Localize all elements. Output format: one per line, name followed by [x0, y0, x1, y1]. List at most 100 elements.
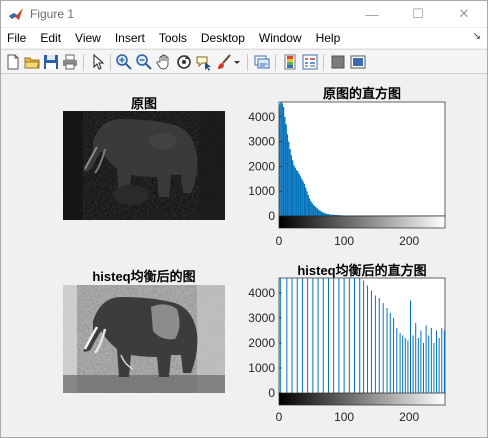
histogram-bar: [279, 104, 281, 216]
y-tick-label: 1000: [248, 361, 275, 375]
pan-hand-icon[interactable]: [155, 53, 173, 71]
histogram-bar: [312, 204, 315, 216]
y-tick-label: 0: [268, 209, 275, 223]
close-button[interactable]: ✕: [441, 1, 487, 27]
toolbar-separator: [247, 54, 248, 71]
equalized-image: [63, 285, 225, 393]
data-cursor-icon[interactable]: [195, 53, 213, 71]
print-icon[interactable]: [61, 53, 79, 71]
x-tick-label: 100: [334, 234, 354, 248]
window-title: Figure 1: [30, 7, 75, 21]
menu-help[interactable]: Help: [309, 28, 348, 48]
histogram-bar: [295, 170, 298, 216]
equalized-histogram-x-ticks: 0 100 200: [276, 410, 420, 424]
histogram-bar: [302, 181, 304, 216]
y-tick-label: 0: [268, 386, 275, 400]
menu-window[interactable]: Window: [252, 28, 309, 48]
histogram-bar: [293, 165, 295, 216]
hide-plot-tools-icon[interactable]: [329, 53, 347, 71]
dropdown-arrow-icon[interactable]: [232, 53, 242, 71]
y-tick-label: 1000: [248, 184, 275, 198]
y-tick-label: 2000: [248, 336, 275, 350]
menu-bar: File Edit View Insert Tools Desktop Wind…: [1, 28, 487, 48]
show-plot-tools-icon[interactable]: [349, 53, 367, 71]
histogram-bar: [280, 102, 282, 216]
toolbar-separator: [110, 54, 111, 71]
histogram-bar: [316, 208, 319, 216]
brush-icon[interactable]: [215, 53, 233, 71]
equalized-histogram-y-ticks: 0 1000 2000 3000 4000: [248, 286, 282, 400]
x-tick-label: 0: [276, 234, 283, 248]
x-tick-label: 200: [399, 410, 419, 424]
menu-insert[interactable]: Insert: [108, 28, 152, 48]
menu-tools[interactable]: Tools: [152, 28, 194, 48]
zoom-in-icon[interactable]: [115, 53, 133, 71]
histogram-bar: [324, 213, 326, 216]
equalized-histogram-axes: 0 1000 2000 3000 4000 0 100 200: [248, 277, 446, 424]
save-icon[interactable]: [42, 53, 60, 71]
x-tick-label: 200: [399, 234, 419, 248]
histogram-bar: [294, 167, 296, 216]
histogram-bar: [319, 210, 321, 216]
rotate-3d-icon[interactable]: [175, 53, 193, 71]
maximize-button[interactable]: ☐: [395, 1, 441, 27]
y-tick-label: 2000: [248, 159, 275, 173]
histogram-bar: [281, 103, 283, 216]
histogram-bar: [311, 203, 313, 216]
original-histogram-colorbar: [278, 215, 446, 229]
matlab-logo-icon: [8, 6, 24, 22]
histogram-bar: [305, 187, 307, 216]
x-tick-label: 0: [276, 410, 283, 424]
histogram-bar: [306, 191, 308, 216]
toolbar-separator: [323, 54, 324, 71]
y-tick-label: 3000: [248, 135, 275, 149]
equalized-histogram-colorbar: [278, 392, 446, 406]
menu-edit[interactable]: Edit: [33, 28, 68, 48]
original-histogram-y-ticks: 0 1000 2000 3000 4000: [248, 110, 282, 223]
histogram-bar: [299, 176, 302, 216]
minimize-button[interactable]: —: [349, 1, 395, 27]
menu-view[interactable]: View: [68, 28, 108, 48]
histogram-bar: [292, 160, 294, 216]
link-plot-icon[interactable]: [253, 53, 271, 71]
histogram-bar: [321, 212, 324, 216]
original-histogram-x-ticks: 0 100 200: [276, 234, 420, 248]
toolbar-separator: [83, 54, 84, 71]
histogram-bar: [285, 124, 287, 216]
legend-icon[interactable]: [301, 53, 319, 71]
histogram-bar: [310, 201, 312, 216]
x-tick-label: 100: [334, 410, 354, 424]
histogram-bar: [282, 106, 285, 216]
colorbar-icon[interactable]: [281, 53, 299, 71]
zoom-out-icon[interactable]: [135, 53, 153, 71]
title-bar: Figure 1 — ☐ ✕: [1, 1, 487, 27]
figure-plots: 01000200030004000 0 100 200 01000200030004…: [63, 101, 446, 424]
histogram-bar: [286, 134, 289, 216]
histogram-bar: [289, 149, 291, 216]
figure-canvas: 原图 原图的直方图 histeq均衡后的图 histeq均衡后的直方图 0 10…: [1, 75, 487, 437]
histogram-bar: [284, 116, 286, 216]
window-controls: — ☐ ✕: [349, 1, 487, 27]
new-figure-icon[interactable]: [4, 53, 22, 71]
histogram-bar: [288, 141, 290, 216]
toolbar-separator: [275, 54, 276, 71]
figure-toolbar: [1, 49, 487, 74]
open-file-icon[interactable]: [23, 53, 41, 71]
dock-arrow-icon[interactable]: ↘: [473, 31, 481, 42]
menu-file[interactable]: File: [1, 28, 33, 48]
y-tick-label: 3000: [248, 311, 275, 325]
histogram-bar: [290, 155, 293, 216]
histogram-bar: [323, 212, 325, 216]
figure-window: Figure 1 — ☐ ✕ File Edit View Insert Too…: [0, 0, 488, 438]
pointer-icon[interactable]: [89, 53, 107, 71]
original-histogram-axes: 0 1000 2000 3000 4000 0 100 200: [248, 101, 446, 248]
histogram-bar: [301, 178, 303, 216]
histogram-bar: [315, 207, 317, 216]
y-tick-label: 4000: [248, 286, 275, 300]
histogram-bar: [307, 194, 309, 216]
histogram-bar: [297, 171, 299, 216]
menu-desktop[interactable]: Desktop: [194, 28, 252, 48]
histogram-bar: [314, 206, 316, 216]
y-tick-label: 4000: [248, 110, 275, 124]
histogram-bar: [308, 198, 311, 216]
